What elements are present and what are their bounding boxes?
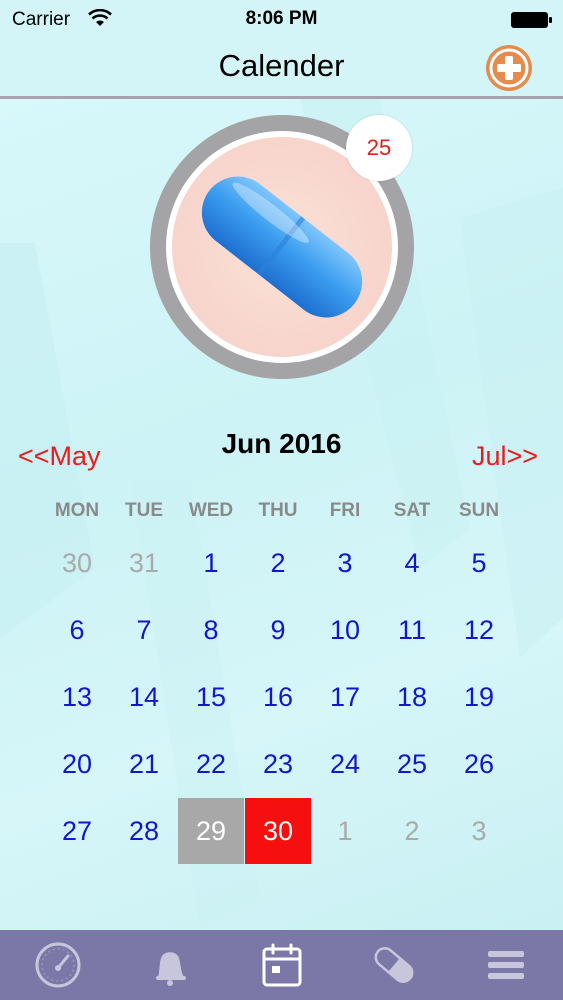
speedometer-icon — [35, 942, 81, 988]
day-cell[interactable]: 20 — [44, 731, 110, 797]
day-cell[interactable]: 31 — [111, 530, 177, 596]
day-cell[interactable]: 19 — [446, 664, 512, 730]
tab-menu[interactable] — [448, 930, 560, 1000]
day-cell[interactable]: 3 — [312, 530, 378, 596]
weekday-mon: MON — [54, 500, 100, 521]
day-cell[interactable]: 30 — [44, 530, 110, 596]
pill-count-badge: 25 — [346, 115, 412, 181]
day-cell[interactable]: 1 — [178, 530, 244, 596]
day-cell[interactable]: 4 — [379, 530, 445, 596]
day-cell[interactable]: 14 — [111, 664, 177, 730]
day-cell[interactable]: 29 — [178, 798, 244, 864]
day-cell[interactable]: 16 — [245, 664, 311, 730]
day-cell[interactable]: 27 — [44, 798, 110, 864]
weekday-thu: THU — [258, 500, 298, 521]
day-cell[interactable]: 2 — [379, 798, 445, 864]
day-cell[interactable]: 23 — [245, 731, 311, 797]
plus-circle-icon — [486, 45, 532, 91]
next-month-button[interactable]: Jul>> — [472, 441, 538, 472]
day-cell[interactable]: 10 — [312, 597, 378, 663]
menu-icon — [488, 951, 524, 979]
nav-bar: Calender — [0, 38, 563, 96]
tab-reminders[interactable] — [112, 930, 224, 1000]
status-bar: Carrier 8:06 PM — [0, 0, 563, 38]
day-cell[interactable]: 25 — [379, 731, 445, 797]
day-cell[interactable]: 17 — [312, 664, 378, 730]
tab-bar — [0, 930, 563, 1000]
day-cell[interactable]: 22 — [178, 731, 244, 797]
tab-dashboard[interactable] — [0, 930, 112, 1000]
status-time: 8:06 PM — [245, 8, 318, 29]
tab-calendar[interactable] — [224, 930, 336, 1000]
day-cell[interactable]: 8 — [178, 597, 244, 663]
day-cell[interactable]: 9 — [245, 597, 311, 663]
day-cell[interactable]: 13 — [44, 664, 110, 730]
tab-medications[interactable] — [336, 930, 448, 1000]
weekday-wed: WED — [188, 500, 234, 521]
day-cell[interactable]: 5 — [446, 530, 512, 596]
weekday-fri: FRI — [329, 500, 361, 521]
prev-month-button[interactable]: <<May — [18, 441, 101, 472]
day-cell[interactable]: 2 — [245, 530, 311, 596]
weekday-sun: SUN — [458, 500, 500, 521]
day-cell[interactable]: 15 — [178, 664, 244, 730]
nav-divider — [0, 96, 563, 99]
day-cell[interactable]: 3 — [446, 798, 512, 864]
day-cell[interactable]: 12 — [446, 597, 512, 663]
day-cell[interactable]: 1 — [312, 798, 378, 864]
weekday-header: MON TUE WED THU FRI SAT SUN — [44, 500, 544, 524]
pill-icon — [374, 947, 414, 983]
day-cell[interactable]: 28 — [111, 798, 177, 864]
weekday-tue: TUE — [125, 500, 163, 521]
day-cell[interactable]: 7 — [111, 597, 177, 663]
weekday-sat: SAT — [393, 500, 431, 521]
bell-icon — [156, 952, 186, 986]
day-cell[interactable]: 24 — [312, 731, 378, 797]
day-cell[interactable]: 21 — [111, 731, 177, 797]
page-title: Calender — [218, 48, 345, 83]
day-cell[interactable]: 6 — [44, 597, 110, 663]
day-cell[interactable]: 30 — [245, 798, 311, 864]
calendar-grid: 30 31 1 2 3 4 5 6 7 8 9 10 11 12 13 14 15 16 17 18 19 20 21 22 2… — [44, 530, 544, 866]
day-cell[interactable]: 18 — [379, 664, 445, 730]
battery-icon — [511, 12, 552, 28]
calendar-icon — [262, 943, 302, 987]
day-cell[interactable]: 11 — [379, 597, 445, 663]
add-button[interactable] — [485, 44, 533, 92]
day-cell[interactable]: 26 — [446, 731, 512, 797]
